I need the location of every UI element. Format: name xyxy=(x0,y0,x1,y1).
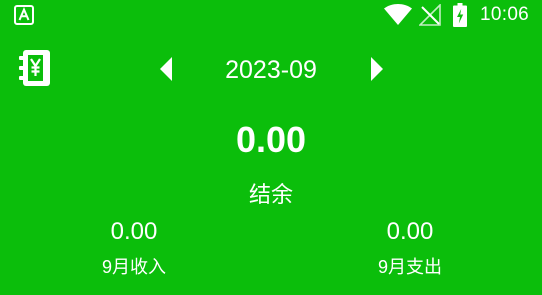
month-navigation: 2023-09 xyxy=(0,42,542,98)
next-month-button[interactable] xyxy=(365,54,389,84)
no-signal-icon xyxy=(419,4,441,26)
caret-left-icon xyxy=(160,57,172,81)
ledger-button[interactable] xyxy=(16,49,52,87)
balance-label: 结余 xyxy=(248,182,293,207)
income-amount: 0.00 xyxy=(110,218,158,245)
current-month: 2023-09 xyxy=(225,56,317,84)
caret-right-icon xyxy=(371,57,383,81)
income-summary: 0.00 9月收入 xyxy=(34,217,234,278)
ledger-book-icon xyxy=(19,50,50,86)
wifi-icon xyxy=(384,4,412,25)
expense-summary: 0.00 9月支出 xyxy=(310,217,510,278)
income-label: 9月收入 xyxy=(101,257,166,277)
expense-label: 9月支出 xyxy=(377,257,442,277)
balance-amount: 0.00 xyxy=(235,119,307,160)
android-a-icon xyxy=(14,5,34,25)
status-time: 10:06 xyxy=(480,4,530,25)
expense-amount: 0.00 xyxy=(386,218,434,245)
previous-month-button[interactable] xyxy=(154,54,178,84)
battery-charging-icon xyxy=(453,3,467,27)
status-bar: 10:06 xyxy=(0,0,542,30)
